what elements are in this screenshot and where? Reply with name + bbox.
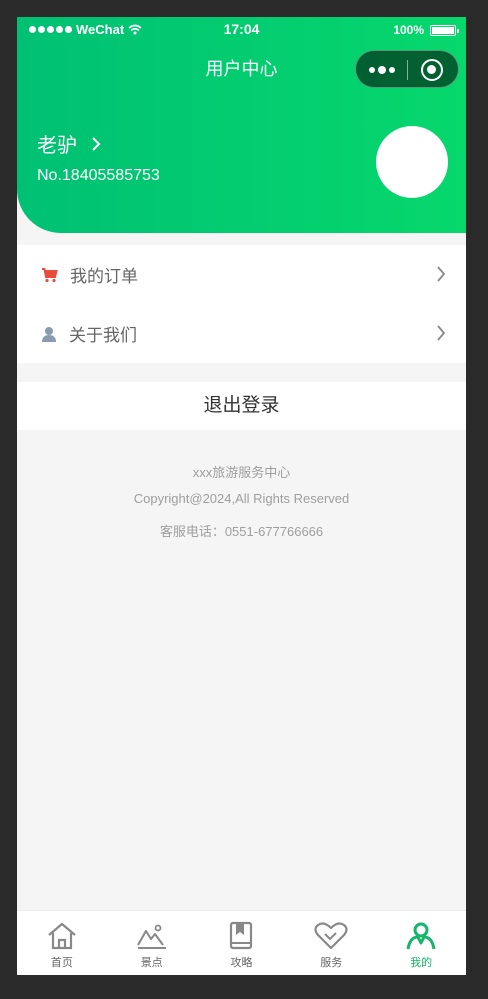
battery-icon: [430, 24, 459, 36]
user-number: No.18405585753: [37, 167, 160, 184]
tab-service[interactable]: 服务: [286, 911, 376, 975]
footer-phone: 客服电话：0551-677766666: [159, 524, 324, 539]
guide-book-icon: [230, 921, 253, 950]
menu-item-label: 关于我们: [69, 326, 137, 345]
menu-item-about-us[interactable]: 关于我们: [17, 304, 466, 363]
more-icon[interactable]: [369, 66, 395, 74]
footer-org: xxx旅游服务中心: [192, 465, 291, 480]
status-right: 100%: [393, 23, 459, 37]
chevron-right-icon: [437, 266, 446, 282]
phone-screen: WeChat 17:04 100% 用户中心 老驴 No.18405585753…: [17, 17, 466, 975]
tab-label: 我的: [410, 957, 433, 969]
service-heart-icon: [314, 922, 348, 950]
tab-scenery[interactable]: 景点: [107, 911, 197, 975]
user-icon: [42, 326, 56, 342]
tab-guide[interactable]: 攻略: [197, 911, 287, 975]
avatar[interactable]: [376, 126, 448, 198]
tab-label: 攻略: [230, 957, 253, 969]
tab-mine[interactable]: 我的: [376, 911, 466, 975]
header-banner: WeChat 17:04 100% 用户中心 老驴 No.18405585753: [17, 17, 466, 233]
tab-bar: 首页 景点 攻略 服务 我的: [17, 910, 466, 975]
menu-item-label: 我的订单: [70, 267, 138, 286]
tab-label: 景点: [140, 957, 163, 969]
menu-list: 我的订单 关于我们: [17, 245, 466, 363]
profile-icon: [406, 922, 436, 950]
chevron-right-icon: [437, 325, 446, 341]
chevron-right-icon: [92, 136, 101, 151]
cart-icon: [42, 267, 58, 282]
status-bar: WeChat 17:04 100%: [17, 17, 466, 43]
footer-copyright: Copyright@2024,All Rights Reserved: [133, 491, 350, 506]
miniprogram-capsule: [355, 50, 459, 88]
user-name: 老驴: [37, 135, 77, 157]
home-icon: [48, 922, 76, 950]
user-name-link[interactable]: 老驴: [37, 129, 101, 158]
close-miniprogram-icon[interactable]: [421, 59, 443, 81]
battery-percent: 100%: [393, 23, 424, 37]
tab-home[interactable]: 首页: [17, 911, 107, 975]
logout-button[interactable]: 退出登录: [17, 382, 466, 430]
capsule-divider: [407, 60, 408, 80]
menu-item-my-orders[interactable]: 我的订单: [17, 245, 466, 304]
scenery-icon: [136, 924, 166, 949]
tab-label: 服务: [320, 957, 343, 969]
tab-label: 首页: [50, 957, 73, 969]
